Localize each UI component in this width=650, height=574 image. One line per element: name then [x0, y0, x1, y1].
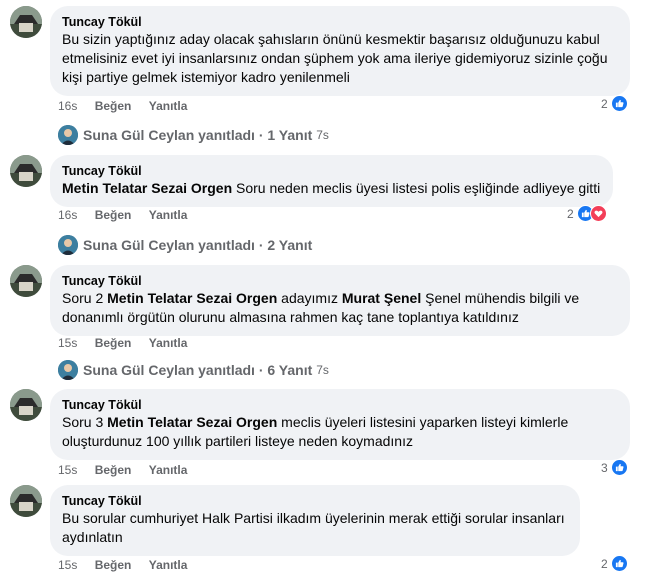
tag-link[interactable]: Metin Telatar	[107, 414, 192, 430]
view-replies-link[interactable]: Suna Gül Ceylan yanıtladı · 1 Yanıt 7s	[58, 125, 329, 145]
tag-link[interactable]: Metin Telatar	[62, 180, 147, 196]
reply-button[interactable]: Yanıtla	[149, 558, 188, 572]
reply-summary-time: 7s	[316, 363, 329, 377]
comment-author[interactable]: Tuncay Tökül	[62, 273, 618, 289]
comment-text: Soru 3 Metin Telatar Sezai Orgen meclis …	[62, 413, 618, 451]
like-button[interactable]: Beğen	[95, 336, 132, 350]
comment-time[interactable]: 15s	[58, 558, 77, 572]
reply-avatar	[58, 235, 78, 255]
view-replies-link[interactable]: Suna Gül Ceylan yanıtladı · 2 Yanıt	[58, 235, 312, 255]
reply-summary-text: Suna Gül Ceylan yanıtladı · 6 Yanıt	[83, 362, 313, 378]
like-button[interactable]: Beğen	[95, 463, 132, 477]
avatar[interactable]	[10, 389, 42, 421]
comment-body-mid: adayımız	[281, 290, 338, 306]
reply-summary-text: Suna Gül Ceylan yanıtladı · 1 Yanıt	[83, 127, 313, 143]
avatar[interactable]	[10, 265, 42, 297]
like-icon	[610, 95, 628, 112]
like-button[interactable]: Beğen	[95, 558, 132, 572]
like-icon	[610, 555, 628, 572]
tag-link[interactable]: Metin Telatar	[107, 290, 192, 306]
reaction-summary[interactable]: 2	[567, 205, 607, 222]
comment-time[interactable]: 16s	[58, 99, 77, 113]
tag-link[interactable]: Sezai Orgen	[151, 180, 232, 196]
comment-actions: 16s Beğen Yanıtla	[58, 207, 201, 223]
reaction-count: 3	[601, 460, 608, 475]
reply-avatar	[58, 360, 78, 380]
comment-author[interactable]: Tuncay Tökül	[62, 493, 568, 509]
like-button[interactable]: Beğen	[95, 99, 132, 113]
comment-text: Bu sorular cumhuriyet Halk Partisi ilkad…	[62, 510, 565, 545]
comment-body-start: Soru 3	[62, 414, 104, 430]
comment-bubble: Tuncay Tökül Bu sorular cumhuriyet Halk …	[50, 485, 580, 556]
comment-bubble: Tuncay Tökül Soru 3 Metin Telatar Sezai …	[50, 389, 630, 460]
comment-text: Soru 2 Metin Telatar Sezai Orgen adayımı…	[62, 289, 618, 327]
comment-actions: 15s Beğen Yanıtla	[58, 557, 201, 573]
comment-actions: 15s Beğen Yanıtla	[58, 462, 201, 478]
comment-actions: 16s Beğen Yanıtla	[58, 98, 201, 114]
reply-button[interactable]: Yanıtla	[149, 336, 188, 350]
comment-bubble: Tuncay Tökül Soru 2 Metin Telatar Sezai …	[50, 265, 630, 336]
reaction-count: 2	[601, 96, 608, 111]
like-icon	[610, 459, 628, 476]
comment-time[interactable]: 15s	[58, 336, 77, 350]
reply-avatar	[58, 125, 78, 145]
reaction-count: 2	[601, 556, 608, 571]
comment-author[interactable]: Tuncay Tökül	[62, 163, 601, 179]
reply-button[interactable]: Yanıtla	[149, 99, 188, 113]
tag-link[interactable]: Murat Şenel	[342, 290, 421, 306]
comment-thread: Tuncay Tökül Bu sizin yaptığınız aday ol…	[0, 0, 650, 574]
comment-body-start: Soru 2	[62, 290, 104, 306]
comment-bubble: Tuncay Tökül Bu sizin yaptığınız aday ol…	[50, 6, 630, 96]
avatar[interactable]	[10, 6, 42, 38]
view-replies-link[interactable]: Suna Gül Ceylan yanıtladı · 6 Yanıt 7s	[58, 360, 329, 380]
love-icon	[589, 205, 607, 222]
reaction-count: 2	[567, 206, 574, 221]
reply-summary-text: Suna Gül Ceylan yanıtladı · 2 Yanıt	[83, 237, 313, 253]
comment-text: Bu sizin yaptığınız aday olacak şahıslar…	[62, 31, 608, 85]
comment-time[interactable]: 16s	[58, 208, 77, 222]
avatar[interactable]	[10, 485, 42, 517]
avatar[interactable]	[10, 155, 42, 187]
reply-summary-time: 7s	[316, 128, 329, 142]
like-button[interactable]: Beğen	[95, 208, 132, 222]
reply-button[interactable]: Yanıtla	[149, 463, 188, 477]
tag-link[interactable]: Sezai Orgen	[196, 290, 277, 306]
comment-actions: 15s Beğen Yanıtla	[58, 335, 201, 351]
reaction-summary[interactable]: 2	[601, 95, 628, 112]
comment-author[interactable]: Tuncay Tökül	[62, 14, 618, 30]
reaction-summary[interactable]: 3	[601, 459, 628, 476]
reaction-summary[interactable]: 2	[601, 555, 628, 572]
comment-bubble: Tuncay Tökül Metin Telatar Sezai Orgen S…	[50, 155, 613, 207]
comment-author[interactable]: Tuncay Tökül	[62, 397, 618, 413]
comment-text: Metin Telatar Sezai Orgen Soru neden mec…	[62, 179, 601, 198]
tag-link[interactable]: Sezai Orgen	[196, 414, 277, 430]
comment-body: Soru neden meclis üyesi listesi polis eş…	[236, 180, 601, 196]
reply-button[interactable]: Yanıtla	[149, 208, 188, 222]
comment-time[interactable]: 15s	[58, 463, 77, 477]
